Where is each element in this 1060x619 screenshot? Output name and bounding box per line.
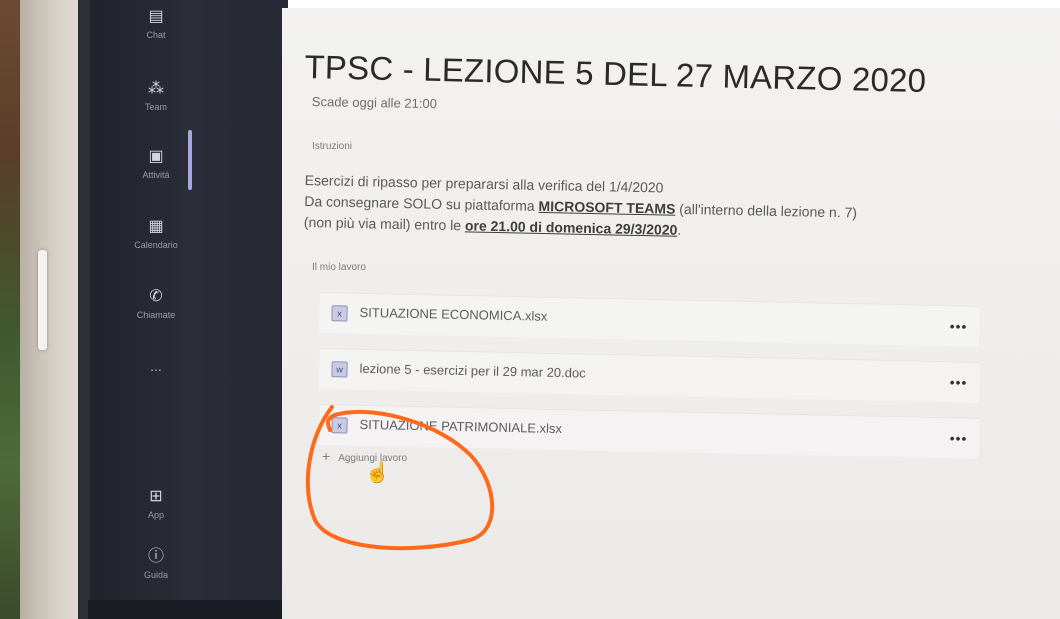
rail-label-assignments: Attività <box>142 170 170 180</box>
instructions-line-3-end: . <box>677 221 682 238</box>
rail-item-help[interactable]: ⓘ Guida <box>116 548 196 580</box>
instructions-platform: MICROSOFT TEAMS <box>538 197 676 217</box>
orange-circle-annotation <box>305 405 495 551</box>
phone-icon: ✆ <box>149 288 163 305</box>
chat-icon: ▤ <box>148 8 164 25</box>
file-name: lezione 5 - esercizi per il 29 mar 20.do… <box>359 360 586 381</box>
more-options-button[interactable]: ••• <box>950 430 968 446</box>
file-name: SITUAZIONE ECONOMICA.xlsx <box>359 304 548 324</box>
my-work-heading: Il mio lavoro <box>312 262 366 273</box>
rail-items: ▤ Chat ⁂ Team ▣ Attività ▦ Calendario ✆ … <box>116 0 286 619</box>
file-icon: w <box>331 361 348 378</box>
rail-bottom <box>88 600 288 619</box>
rail-item-teams[interactable]: ⁂ Team <box>116 80 196 112</box>
rail-label-calendar: Calendario <box>134 240 178 250</box>
rail-item-apps[interactable]: ⊞ App <box>116 488 196 520</box>
calendar-icon: ▦ <box>148 218 164 235</box>
rail-item-assignments[interactable]: ▣ Attività <box>116 148 196 180</box>
instructions-line-2-end: (all'interno della lezione n. 7) <box>675 200 858 221</box>
rail-label-teams: Team <box>144 102 167 112</box>
annotation-stroke <box>305 405 495 551</box>
help-icon: ⓘ <box>147 548 164 565</box>
rail-item-calendar[interactable]: ▦ Calendario <box>116 218 196 250</box>
rail-active-indicator <box>188 130 192 190</box>
rail-label-apps: App <box>147 510 164 520</box>
due-date: Scade oggi alle 21:00 <box>311 94 438 112</box>
teams-icon: ⁂ <box>148 80 164 97</box>
apps-icon: ⊞ <box>149 488 163 505</box>
more-options-button[interactable]: ••• <box>950 374 968 390</box>
rail-item-calls[interactable]: ✆ Chiamate <box>116 288 196 320</box>
instructions-deadline: ore 21.00 di domenica 29/3/2020 <box>464 217 678 238</box>
instructions-line-3-start: (non più via mail) entro le <box>303 213 466 234</box>
file-icon: x <box>331 305 348 322</box>
more-options-button[interactable]: ••• <box>950 318 968 334</box>
rail-item-chat[interactable]: ▤ Chat <box>116 8 196 40</box>
rail-label-help: Guida <box>143 570 169 580</box>
instructions-heading: Istruzioni <box>312 141 353 152</box>
rail-label-calls: Chiamate <box>136 310 176 320</box>
bezel-slot <box>38 250 47 350</box>
bezel-edge <box>78 0 90 619</box>
assignments-icon: ▣ <box>148 148 164 165</box>
instructions-line-2-start: Da consegnare SOLO su piattaforma <box>304 192 539 214</box>
rail-label-chat: Chat <box>146 30 166 40</box>
rail-more-button[interactable]: ... <box>116 358 196 374</box>
